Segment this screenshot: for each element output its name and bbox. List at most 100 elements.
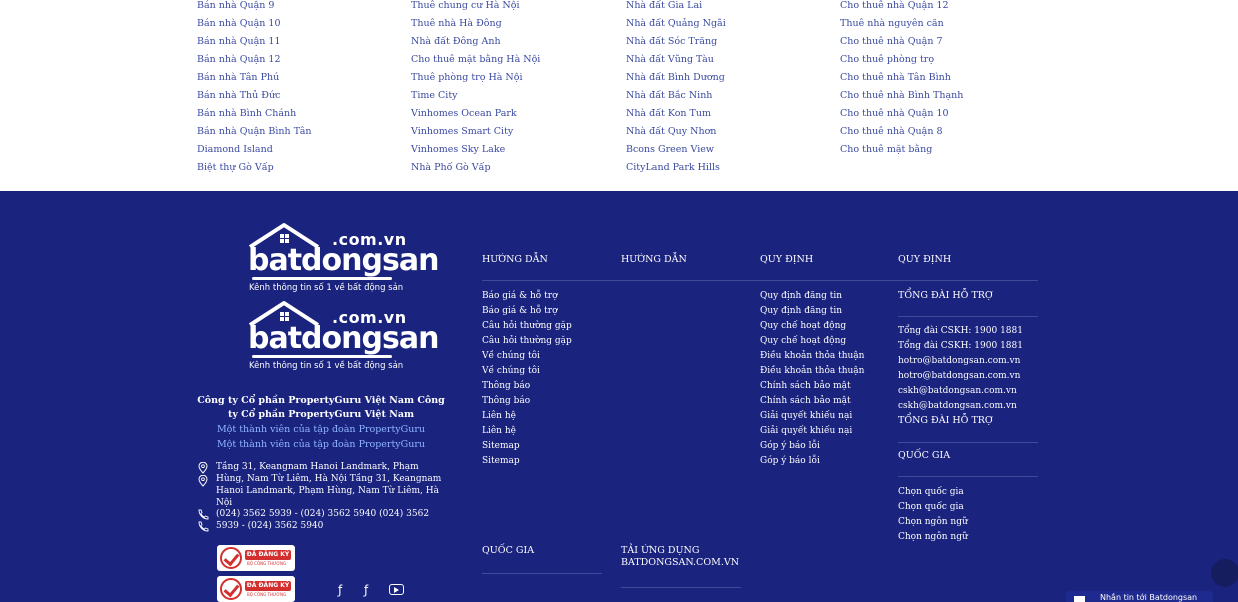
seo-link[interactable]: Bán nhà Quận 12 (197, 54, 312, 72)
seo-link[interactable]: Nhà đất Bình Dương (626, 72, 726, 90)
badge-title: ĐÃ ĐĂNG KÝ (245, 550, 291, 560)
footer-link[interactable]: Điều khoản thỏa thuận (760, 365, 864, 380)
scroll-top-button[interactable] (1211, 559, 1238, 587)
seo-links-section: Bán nhà Quận 9 Bán nhà Quận 10 Bán nhà Q… (0, 0, 1238, 191)
seo-link[interactable]: Nhà đất Quy Nhơn (626, 126, 726, 144)
support-hotline[interactable]: Tổng đài CSKH: 1900 1881 (898, 325, 1023, 340)
rules-heading: QUY ĐỊNH (760, 254, 814, 265)
seo-link[interactable]: Nhà đất Sóc Trăng (626, 36, 726, 54)
footer-link[interactable]: Quy định đăng tin (760, 290, 864, 305)
seo-link[interactable]: Cho thuê nhà Tân Bình (840, 72, 963, 90)
seo-link[interactable]: Thuê chung cư Hà Nội (411, 0, 540, 18)
seo-link[interactable]: Thuê phòng trọ Hà Nội (411, 72, 540, 90)
chat-widget-button[interactable]: Nhắn tin tới Batdongsan (1066, 591, 1213, 602)
support-list: Tổng đài CSKH: 1900 1881 Tổng đài CSKH: … (898, 325, 1023, 415)
seo-link[interactable]: Vinhomes Smart City (411, 126, 540, 144)
seo-link[interactable]: Bcons Green View (626, 144, 726, 162)
seo-link[interactable]: Nhà đất Quảng Ngãi (626, 18, 726, 36)
seo-link[interactable]: Diamond Island (197, 144, 312, 162)
footer-link[interactable]: Báo giá & hỗ trợ (482, 290, 572, 305)
footer-link[interactable]: Chính sách bảo mật (760, 395, 864, 410)
seo-link[interactable]: Bán nhà Quận 10 (197, 18, 312, 36)
footer-link[interactable]: Sitemap (482, 455, 572, 470)
footer-link[interactable]: Giải quyết khiếu nại (760, 410, 864, 425)
country-select[interactable]: Chọn quốc gia (898, 501, 968, 516)
batdongsan-logo[interactable]: .com.vn batdongsan Kênh thông tin số 1 v… (248, 299, 439, 377)
footer-link[interactable]: Điều khoản thỏa thuận (760, 350, 864, 365)
facebook-icon[interactable]: ƒ (364, 583, 368, 597)
seo-link[interactable]: Cho thuê mặt bằng Hà Nội (411, 54, 540, 72)
company-name: Công ty Cổ phần PropertyGuru Việt Nam Cô… (197, 395, 445, 420)
seo-link[interactable]: Cho thuê mặt bằng (840, 144, 963, 162)
footer-link[interactable]: Liên hệ (482, 410, 572, 425)
support-email[interactable]: cskh@batdongsan.com.vn (898, 385, 1023, 400)
seo-link[interactable]: Cho thuê nhà Quận 10 (840, 108, 963, 126)
registered-badge[interactable]: ĐÃ ĐĂNG KÝ BỘ CÔNG THƯƠNG (217, 576, 295, 602)
footer-link[interactable]: Quy chế hoạt động (760, 320, 864, 335)
language-select[interactable]: Chọn ngôn ngữ (898, 516, 968, 531)
seo-link[interactable]: Cho thuê phòng trọ (840, 54, 963, 72)
footer-link[interactable]: Góp ý báo lỗi (760, 440, 864, 455)
support-email[interactable]: hotro@batdongsan.com.vn (898, 370, 1023, 385)
facebook-icon[interactable]: ƒ (338, 583, 342, 597)
site-footer: .com.vn batdongsan Kênh thông tin số 1 v… (0, 191, 1238, 602)
support-hotline[interactable]: Tổng đài CSKH: 1900 1881 (898, 340, 1023, 355)
location-pin-icon (198, 462, 208, 474)
footer-link[interactable]: Thông báo (482, 380, 572, 395)
seo-link[interactable]: Nhà đất Vũng Tàu (626, 54, 726, 72)
links-column-4: Cho thuê nhà Quận 12 Thuê nhà nguyên căn… (840, 0, 963, 162)
footer-link[interactable]: Thông báo (482, 395, 572, 410)
footer-link[interactable]: Về chúng tôi (482, 365, 572, 380)
seo-link[interactable]: Bán nhà Bình Chánh (197, 108, 312, 126)
footer-link[interactable]: Giải quyết khiếu nại (760, 425, 864, 440)
seo-link[interactable]: Nhà Phố Gò Vấp (411, 162, 540, 180)
seo-link[interactable]: Cho thuê nhà Quận 12 (840, 0, 963, 18)
footer-link[interactable]: Câu hỏi thường gặp (482, 335, 572, 350)
badge-title: ĐÃ ĐĂNG KÝ (245, 581, 291, 591)
footer-link[interactable]: Báo giá & hỗ trợ (482, 305, 572, 320)
column-divider (898, 316, 1038, 317)
guide-list: Báo giá & hỗ trợ Báo giá & hỗ trợ Câu hỏ… (482, 290, 572, 470)
footer-link[interactable]: Chính sách bảo mật (760, 380, 864, 395)
seo-link[interactable]: Cho thuê nhà Quận 7 (840, 36, 963, 54)
mail-icon (1074, 596, 1085, 602)
seo-link[interactable]: Vinhomes Sky Lake (411, 144, 540, 162)
country-select[interactable]: Chọn quốc gia (898, 486, 968, 501)
seo-link[interactable]: Thuê nhà nguyên căn (840, 18, 963, 36)
language-select[interactable]: Chọn ngôn ngữ (898, 531, 968, 546)
logo-underline (252, 277, 392, 280)
seo-link[interactable]: Bán nhà Quận Bình Tân (197, 126, 312, 144)
links-column-3: Nhà đất Gia Lai Nhà đất Quảng Ngãi Nhà đ… (626, 0, 726, 180)
seo-link[interactable]: Biệt thự Gò Vấp (197, 162, 312, 180)
batdongsan-logo[interactable]: .com.vn batdongsan Kênh thông tin số 1 v… (248, 221, 439, 299)
seo-link[interactable]: Bán nhà Quận 9 (197, 0, 312, 18)
seo-link[interactable]: Bán nhà Thủ Đức (197, 90, 312, 108)
seo-link[interactable]: Nhà đất Kon Tum (626, 108, 726, 126)
seo-link[interactable]: Cho thuê nhà Bình Thạnh (840, 90, 963, 108)
support-email[interactable]: hotro@batdongsan.com.vn (898, 355, 1023, 370)
address-icons (198, 462, 208, 488)
seo-link[interactable]: Cho thuê nhà Quận 8 (840, 126, 963, 144)
seo-link[interactable]: Bán nhà Quận 11 (197, 36, 312, 54)
footer-link[interactable]: Góp ý báo lỗi (760, 455, 864, 470)
seo-link[interactable]: Bán nhà Tân Phú (197, 72, 312, 90)
company-address: Tầng 31, Keangnam Hanoi Landmark, Phạm H… (216, 462, 442, 508)
column-divider (482, 573, 602, 574)
footer-link[interactable]: Câu hỏi thường gặp (482, 320, 572, 335)
support-email[interactable]: cskh@batdongsan.com.vn (898, 400, 1023, 415)
footer-link[interactable]: Quy chế hoạt động (760, 335, 864, 350)
registered-badge[interactable]: ĐÃ ĐĂNG KÝ BỘ CÔNG THƯƠNG (217, 545, 295, 571)
footer-link[interactable]: Liên hệ (482, 425, 572, 440)
seo-link[interactable]: Time City (411, 90, 540, 108)
footer-link[interactable]: Về chúng tôi (482, 350, 572, 365)
seo-link[interactable]: Nhà đất Bắc Ninh (626, 90, 726, 108)
seo-link[interactable]: CityLand Park Hills (626, 162, 726, 180)
youtube-icon[interactable] (389, 584, 404, 595)
support-heading: TỔNG ĐÀI HỖ TRỢ (898, 290, 993, 301)
footer-link[interactable]: Quy định đăng tin (760, 305, 864, 320)
seo-link[interactable]: Vinhomes Ocean Park (411, 108, 540, 126)
footer-link[interactable]: Sitemap (482, 440, 572, 455)
seo-link[interactable]: Nhà đất Gia Lai (626, 0, 726, 18)
seo-link[interactable]: Thuê nhà Hà Đông (411, 18, 540, 36)
seo-link[interactable]: Nhà đất Đông Anh (411, 36, 540, 54)
